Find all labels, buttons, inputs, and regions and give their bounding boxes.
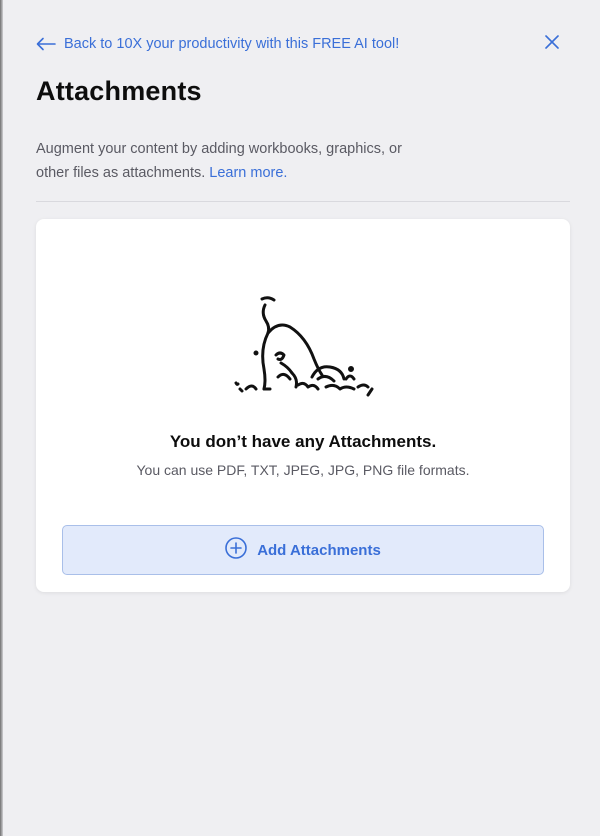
add-attachments-label: Add Attachments bbox=[257, 541, 381, 559]
divider bbox=[36, 201, 570, 202]
empty-state-subtitle: You can use PDF, TXT, JPEG, JPG, PNG fil… bbox=[136, 462, 470, 478]
add-attachments-button[interactable]: Add Attachments bbox=[62, 525, 544, 575]
learn-more-link[interactable]: Learn more. bbox=[209, 165, 287, 181]
back-link[interactable]: Back to 10X your productivity with this … bbox=[36, 36, 399, 52]
panel-header: Back to 10X your productivity with this … bbox=[36, 32, 564, 56]
arrow-left-icon bbox=[36, 37, 56, 51]
plus-circle-icon bbox=[225, 537, 247, 563]
close-icon bbox=[545, 34, 559, 54]
close-button[interactable] bbox=[540, 32, 564, 56]
attachments-card: You don’t have any Attachments. You can … bbox=[36, 219, 570, 592]
page-description: Augment your content by adding workbooks… bbox=[36, 137, 436, 185]
empty-state-title: You don’t have any Attachments. bbox=[169, 432, 437, 451]
panel-edge-shadow bbox=[0, 0, 3, 836]
dog-digging-illustration bbox=[226, 293, 382, 403]
page-title: Attachments bbox=[36, 76, 202, 106]
back-link-label: Back to 10X your productivity with this … bbox=[64, 36, 400, 52]
